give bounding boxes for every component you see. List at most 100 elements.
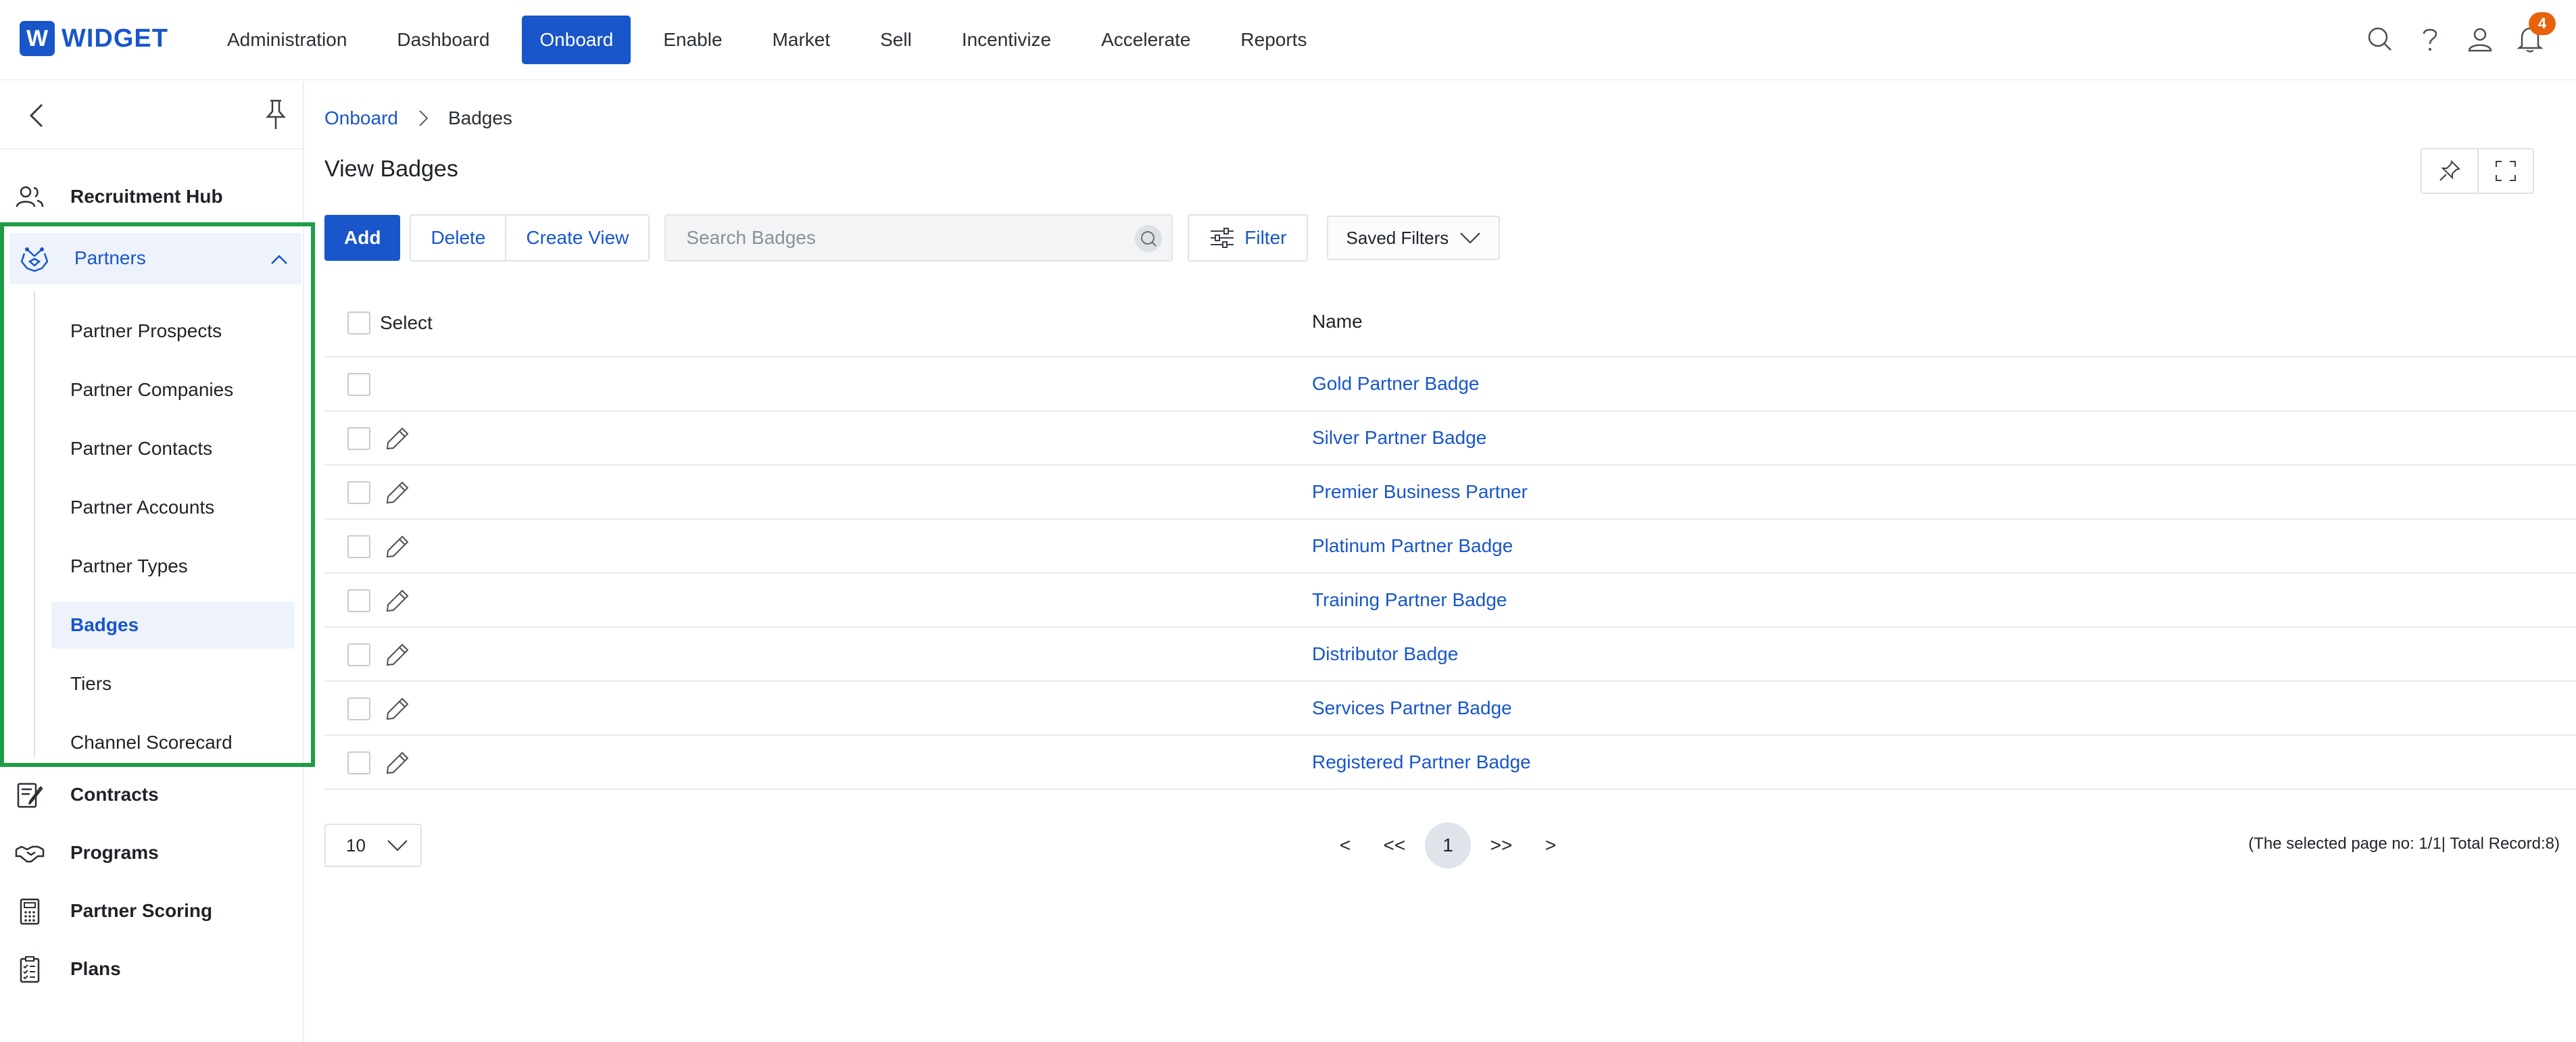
- breadcrumb-onboard-link[interactable]: Onboard: [324, 107, 398, 129]
- pencil-icon[interactable]: [384, 479, 411, 506]
- sidebar-item-partners[interactable]: Partners: [9, 233, 301, 284]
- row-checkbox[interactable]: [347, 643, 370, 666]
- sidebar-item-contracts[interactable]: Contracts: [0, 771, 303, 818]
- row-checkbox[interactable]: [347, 373, 370, 396]
- fullscreen-button[interactable]: [2477, 149, 2533, 193]
- sidebar-item-badges[interactable]: Badges: [51, 601, 295, 649]
- table-row: Platinum Partner Badge: [324, 520, 2576, 574]
- pencil-icon[interactable]: [384, 587, 411, 614]
- contract-icon: [17, 783, 43, 808]
- row-checkbox[interactable]: [347, 589, 370, 612]
- table-row: Registered Partner Badge: [324, 736, 2576, 790]
- current-page-button[interactable]: 1: [1425, 822, 1471, 868]
- sidebar-header: [0, 82, 303, 149]
- badge-name-link[interactable]: Gold Partner Badge: [1312, 373, 1480, 395]
- nav-sell[interactable]: Sell: [862, 16, 929, 64]
- nav-reports[interactable]: Reports: [1223, 16, 1324, 64]
- first-page-button[interactable]: <<: [1376, 822, 1413, 868]
- table-row: Distributor Badge: [324, 628, 2576, 682]
- table-row: Silver Partner Badge: [324, 412, 2576, 466]
- badge-name-link[interactable]: Silver Partner Badge: [1312, 427, 1486, 449]
- user-icon[interactable]: [2461, 20, 2499, 58]
- badge-name-link[interactable]: Services Partner Badge: [1312, 697, 1512, 719]
- nav-onboard[interactable]: Onboard: [522, 16, 631, 64]
- sidebar-item-partner-types[interactable]: Partner Types: [51, 543, 295, 590]
- logo-text: WIDGET: [62, 24, 168, 53]
- sidebar-item-partner-contacts[interactable]: Partner Contacts: [51, 425, 295, 472]
- bell-icon[interactable]: 4: [2511, 12, 2556, 58]
- badge-name-link[interactable]: Training Partner Badge: [1312, 589, 1507, 611]
- chevron-right-icon: [419, 110, 429, 126]
- sidebar-item-label: Recruitment Hub: [70, 186, 223, 207]
- logo-mark: W: [20, 21, 55, 56]
- page-title: View Badges: [324, 156, 458, 182]
- sidebar-item-programs[interactable]: Programs: [0, 829, 303, 876]
- nav-accelerate[interactable]: Accelerate: [1084, 16, 1208, 64]
- sidebar-item-plans[interactable]: Plans: [0, 945, 303, 993]
- pin-icon[interactable]: [261, 98, 291, 132]
- sidebar-item-partner-accounts[interactable]: Partner Accounts: [51, 484, 295, 531]
- page-size-select[interactable]: 10: [324, 824, 422, 867]
- search-box: [664, 214, 1173, 262]
- sidebar: Recruitment Hub Partners Partner Prospec…: [0, 82, 315, 1042]
- sidebar-item-label: Contracts: [70, 784, 159, 805]
- app-logo[interactable]: W WIDGET: [20, 20, 168, 57]
- add-button[interactable]: Add: [324, 215, 401, 261]
- search-input[interactable]: [666, 216, 1113, 260]
- help-icon[interactable]: [2411, 20, 2449, 58]
- chevron-up-icon[interactable]: [269, 249, 289, 270]
- partners-icon: [20, 247, 49, 272]
- pin-view-button[interactable]: [2422, 149, 2477, 193]
- sidebar-item-label: Partner Scoring: [70, 900, 213, 921]
- sidebar-item-partner-companies[interactable]: Partner Companies: [51, 366, 295, 414]
- table-row: Gold Partner Badge: [324, 357, 2576, 412]
- row-checkbox[interactable]: [347, 481, 370, 504]
- sliders-icon: [1211, 228, 1234, 248]
- sidebar-item-recruitment-hub[interactable]: Recruitment Hub: [0, 173, 303, 220]
- delete-button[interactable]: Delete: [411, 216, 505, 260]
- badge-name-link[interactable]: Registered Partner Badge: [1312, 751, 1531, 773]
- page-size-value: 10: [346, 835, 366, 855]
- sidebar-item-channel-scorecard[interactable]: Channel Scorecard: [51, 719, 295, 766]
- nav-market[interactable]: Market: [755, 16, 848, 64]
- pencil-icon[interactable]: [384, 695, 411, 722]
- table-row: Services Partner Badge: [324, 682, 2576, 736]
- last-page-button[interactable]: >>: [1482, 822, 1520, 868]
- sidebar-item-tiers[interactable]: Tiers: [51, 660, 295, 708]
- nav-enable[interactable]: Enable: [646, 16, 739, 64]
- pencil-icon[interactable]: [384, 749, 411, 776]
- select-all-checkbox[interactable]: [347, 312, 370, 334]
- name-column-header[interactable]: Name: [1312, 311, 1363, 332]
- table-row: Premier Business Partner: [324, 466, 2576, 520]
- row-checkbox[interactable]: [347, 751, 370, 774]
- sidebar-item-partner-prospects[interactable]: Partner Prospects: [51, 307, 295, 355]
- pencil-icon[interactable]: [384, 641, 411, 668]
- nav-administration[interactable]: Administration: [210, 16, 364, 64]
- checklist-icon: [20, 956, 40, 983]
- prev-page-button[interactable]: <: [1326, 822, 1364, 868]
- row-checkbox[interactable]: [347, 697, 370, 720]
- back-arrow-icon[interactable]: [23, 101, 53, 130]
- create-view-button[interactable]: Create View: [505, 216, 648, 260]
- pencil-icon[interactable]: [384, 533, 411, 560]
- badge-name-link[interactable]: Distributor Badge: [1312, 643, 1458, 665]
- nav-incentivize[interactable]: Incentivize: [944, 16, 1069, 64]
- nav-dashboard[interactable]: Dashboard: [379, 16, 507, 64]
- fullscreen-icon: [2495, 161, 2516, 181]
- filter-label: Filter: [1244, 227, 1287, 248]
- submenu-rail: [34, 291, 35, 758]
- search-button[interactable]: [1135, 225, 1163, 252]
- badge-name-link[interactable]: Premier Business Partner: [1312, 481, 1528, 503]
- pencil-icon[interactable]: [384, 425, 411, 452]
- sidebar-item-partner-scoring[interactable]: Partner Scoring: [0, 887, 303, 935]
- filter-button[interactable]: Filter: [1188, 214, 1309, 262]
- view-tools: [2421, 148, 2534, 194]
- row-checkbox[interactable]: [347, 427, 370, 450]
- saved-filters-dropdown[interactable]: Saved Filters: [1327, 216, 1501, 260]
- breadcrumb: Onboard Badges: [324, 102, 512, 134]
- search-icon[interactable]: [2361, 20, 2399, 58]
- badge-name-link[interactable]: Platinum Partner Badge: [1312, 535, 1513, 557]
- header-actions: 4: [2349, 12, 2556, 58]
- next-page-button[interactable]: >: [1532, 822, 1570, 868]
- row-checkbox[interactable]: [347, 535, 370, 558]
